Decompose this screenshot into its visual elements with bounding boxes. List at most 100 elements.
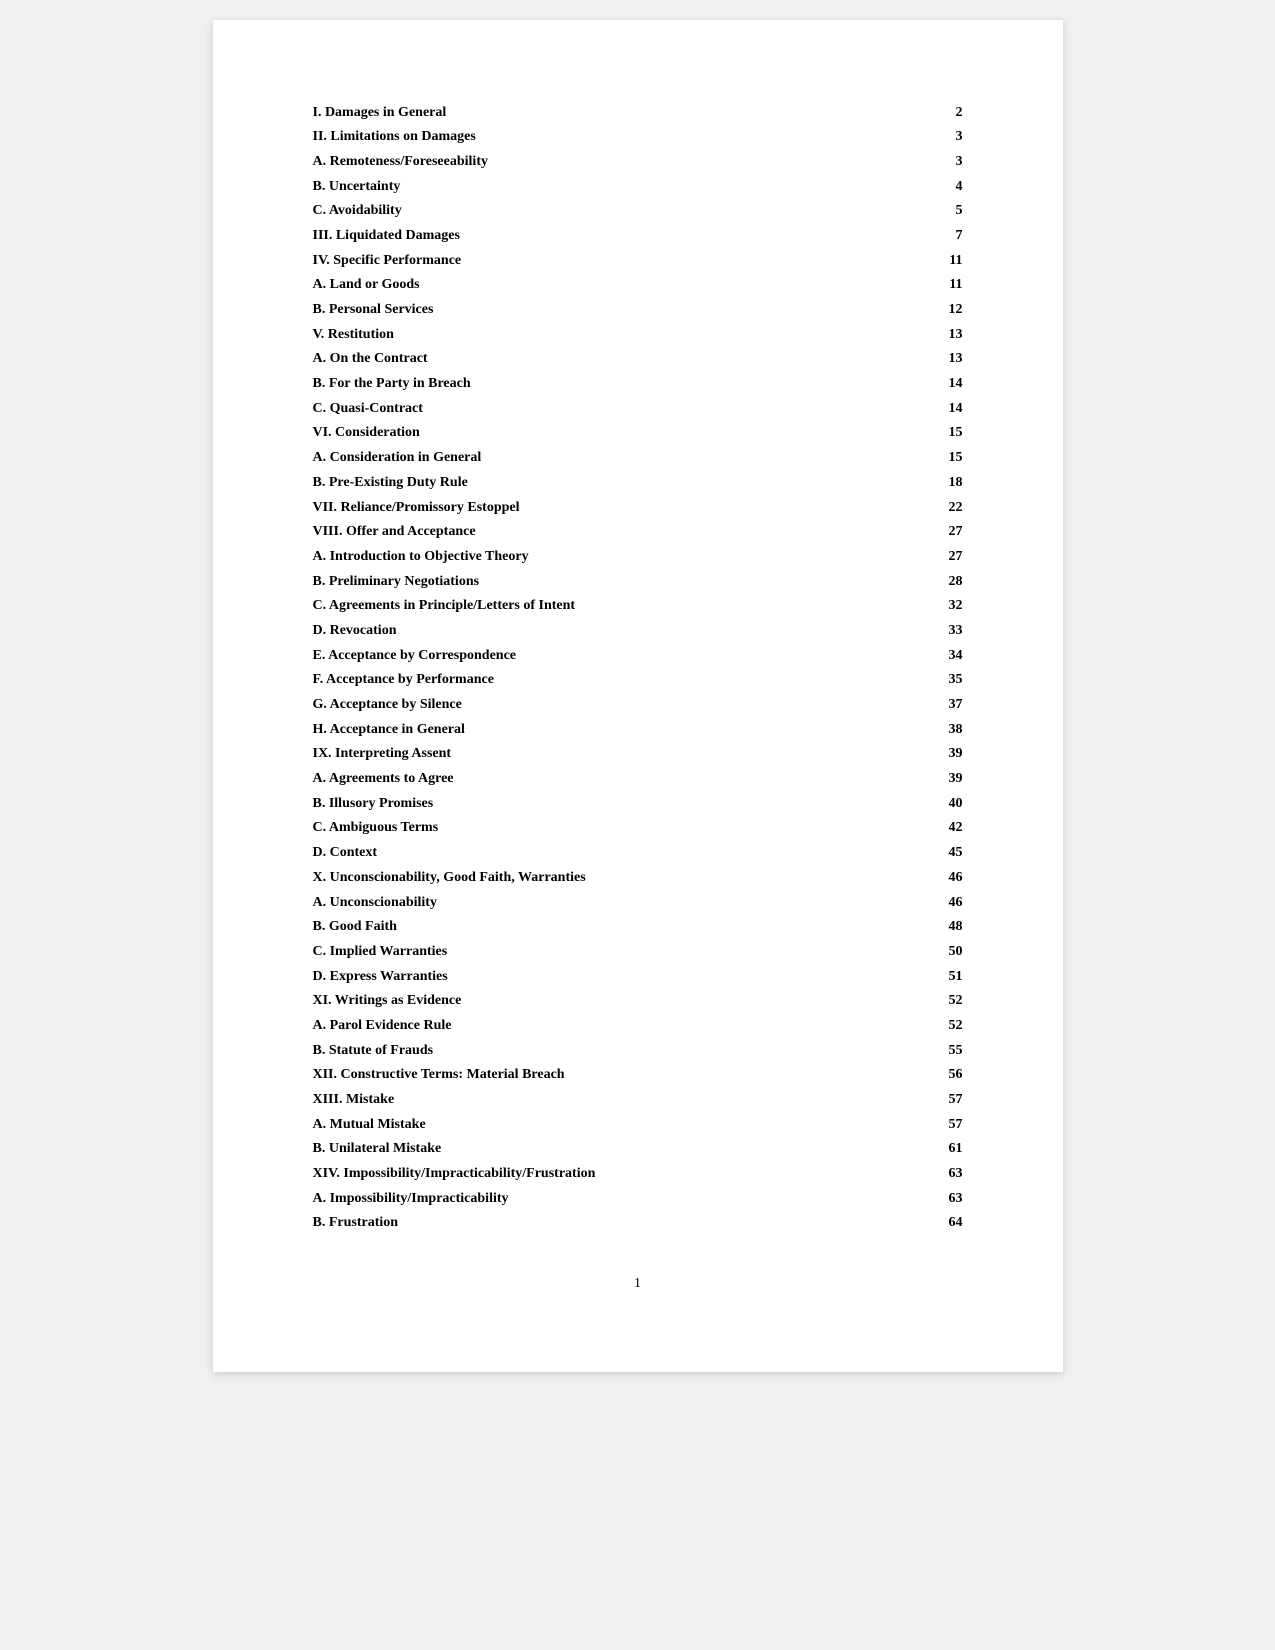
toc-page-number: 64: [923, 1211, 963, 1236]
toc-page-number: 27: [923, 520, 963, 545]
toc-row: B. Pre-Existing Duty Rule18: [313, 470, 963, 495]
toc-label: B. Preliminary Negotiations: [313, 569, 923, 594]
toc-label: B. Frustration: [313, 1211, 923, 1236]
toc-page-number: 3: [923, 125, 963, 150]
toc-row: C. Quasi-Contract14: [313, 396, 963, 421]
toc-label: IX. Interpreting Assent: [313, 742, 923, 767]
toc-row: A. Land or Goods11: [313, 273, 963, 298]
toc-label: A. Mutual Mistake: [313, 1112, 923, 1137]
toc-row: V. Restitution13: [313, 322, 963, 347]
toc-label: VIII. Offer and Acceptance: [313, 520, 923, 545]
toc-label: B. Pre-Existing Duty Rule: [313, 470, 923, 495]
toc-label: E. Acceptance by Correspondence: [313, 643, 923, 668]
toc-row: E. Acceptance by Correspondence34: [313, 643, 963, 668]
toc-label: B. Uncertainty: [313, 174, 923, 199]
toc-label: A. Parol Evidence Rule: [313, 1013, 923, 1038]
toc-row: XI. Writings as Evidence52: [313, 989, 963, 1014]
toc-row: H. Acceptance in General38: [313, 717, 963, 742]
toc-label: C. Ambiguous Terms: [313, 816, 923, 841]
toc-page-number: 11: [923, 248, 963, 273]
toc-row: A. Agreements to Agree39: [313, 767, 963, 792]
toc-label: C. Avoidability: [313, 199, 923, 224]
toc-row: A. Remoteness/Foreseeability3: [313, 149, 963, 174]
toc-label: A. Introduction to Objective Theory: [313, 544, 923, 569]
toc-row: A. Introduction to Objective Theory27: [313, 544, 963, 569]
toc-page-number: 63: [923, 1162, 963, 1187]
toc-page-number: 46: [923, 890, 963, 915]
toc-page-number: 35: [923, 668, 963, 693]
toc-page-number: 57: [923, 1088, 963, 1113]
toc-row: IX. Interpreting Assent39: [313, 742, 963, 767]
toc-row: B. Frustration64: [313, 1211, 963, 1236]
toc-label: B. Personal Services: [313, 298, 923, 323]
toc-page-number: 46: [923, 865, 963, 890]
toc-row: C. Avoidability5: [313, 199, 963, 224]
toc-page-number: 7: [923, 223, 963, 248]
toc-label: XII. Constructive Terms: Material Breach: [313, 1063, 923, 1088]
toc-page-number: 18: [923, 470, 963, 495]
toc-table: I. Damages in General2II. Limitations on…: [313, 100, 963, 1236]
toc-row: XII. Constructive Terms: Material Breach…: [313, 1063, 963, 1088]
toc-label: XIV. Impossibility/Impracticability/Frus…: [313, 1162, 923, 1187]
toc-row: A. Parol Evidence Rule52: [313, 1013, 963, 1038]
toc-row: IV. Specific Performance11: [313, 248, 963, 273]
toc-label: A. Impossibility/Impracticability: [313, 1186, 923, 1211]
toc-label: C. Quasi-Contract: [313, 396, 923, 421]
toc-label: A. Unconscionability: [313, 890, 923, 915]
toc-row: X. Unconscionability, Good Faith, Warran…: [313, 865, 963, 890]
toc-page-number: 5: [923, 199, 963, 224]
toc-page-number: 37: [923, 693, 963, 718]
toc-page-number: 13: [923, 347, 963, 372]
toc-label: A. On the Contract: [313, 347, 923, 372]
toc-page-number: 52: [923, 989, 963, 1014]
toc-label: I. Damages in General: [313, 100, 923, 125]
toc-page-number: 42: [923, 816, 963, 841]
toc-row: D. Express Warranties51: [313, 964, 963, 989]
toc-row: A. On the Contract13: [313, 347, 963, 372]
toc-row: A. Impossibility/Impracticability63: [313, 1186, 963, 1211]
toc-label: G. Acceptance by Silence: [313, 693, 923, 718]
toc-row: B. Statute of Frauds55: [313, 1038, 963, 1063]
toc-label: H. Acceptance in General: [313, 717, 923, 742]
toc-page-number: 52: [923, 1013, 963, 1038]
toc-label: C. Implied Warranties: [313, 939, 923, 964]
toc-page-number: 14: [923, 372, 963, 397]
toc-page-number: 40: [923, 791, 963, 816]
toc-label: VII. Reliance/Promissory Estoppel: [313, 495, 923, 520]
toc-page-number: 11: [923, 273, 963, 298]
toc-page-number: 39: [923, 742, 963, 767]
toc-page-number: 2: [923, 100, 963, 125]
toc-row: B. Unilateral Mistake61: [313, 1137, 963, 1162]
toc-row: C. Agreements in Principle/Letters of In…: [313, 594, 963, 619]
toc-label: VI. Consideration: [313, 421, 923, 446]
toc-page-number: 33: [923, 618, 963, 643]
toc-row: XIII. Mistake57: [313, 1088, 963, 1113]
toc-page-number: 12: [923, 298, 963, 323]
toc-page-number: 13: [923, 322, 963, 347]
toc-page-number: 56: [923, 1063, 963, 1088]
toc-label: D. Express Warranties: [313, 964, 923, 989]
toc-label: III. Liquidated Damages: [313, 223, 923, 248]
toc-page-number: 51: [923, 964, 963, 989]
toc-row: VI. Consideration15: [313, 421, 963, 446]
toc-row: B. Preliminary Negotiations28: [313, 569, 963, 594]
toc-label: B. For the Party in Breach: [313, 372, 923, 397]
toc-label: II. Limitations on Damages: [313, 125, 923, 150]
toc-row: D. Context45: [313, 841, 963, 866]
toc-label: A. Consideration in General: [313, 446, 923, 471]
toc-row: B. Personal Services12: [313, 298, 963, 323]
toc-label: B. Statute of Frauds: [313, 1038, 923, 1063]
toc-row: B. Illusory Promises40: [313, 791, 963, 816]
toc-page-number: 63: [923, 1186, 963, 1211]
toc-page-number: 38: [923, 717, 963, 742]
toc-label: D. Context: [313, 841, 923, 866]
toc-page-number: 39: [923, 767, 963, 792]
toc-label: V. Restitution: [313, 322, 923, 347]
toc-label: A. Land or Goods: [313, 273, 923, 298]
toc-label: A. Agreements to Agree: [313, 767, 923, 792]
toc-label: F. Acceptance by Performance: [313, 668, 923, 693]
toc-page-number: 28: [923, 569, 963, 594]
toc-label: D. Revocation: [313, 618, 923, 643]
toc-row: C. Implied Warranties50: [313, 939, 963, 964]
toc-row: VII. Reliance/Promissory Estoppel22: [313, 495, 963, 520]
